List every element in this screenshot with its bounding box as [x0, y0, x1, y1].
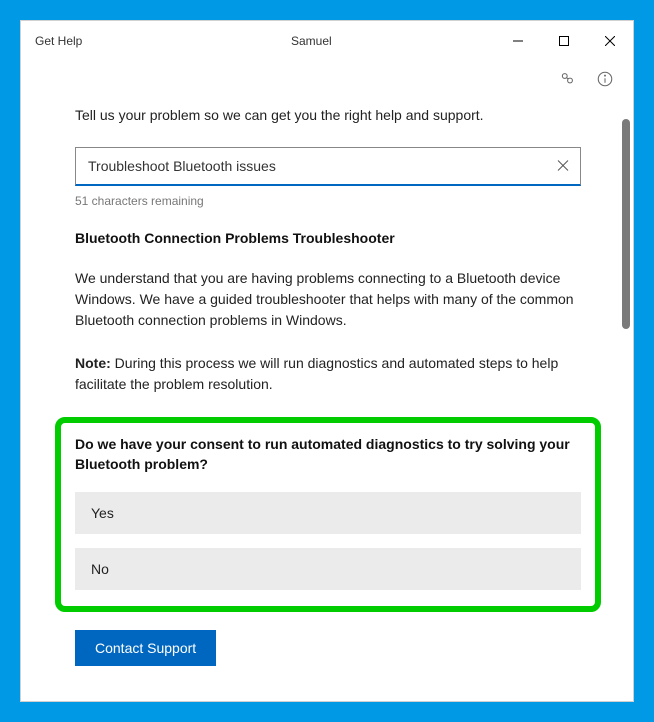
problem-input[interactable]	[75, 147, 581, 186]
feedback-button[interactable]	[557, 69, 577, 89]
maximize-icon	[559, 36, 569, 46]
intro-text: Tell us your problem so we can get you t…	[75, 107, 581, 123]
consent-no-button[interactable]: No	[75, 548, 581, 590]
user-name: Samuel	[291, 34, 332, 48]
consent-highlight-box: Do we have your consent to run automated…	[55, 417, 601, 612]
title-bar: Get Help Samuel	[21, 21, 633, 61]
contact-support-button[interactable]: Contact Support	[75, 630, 216, 666]
consent-yes-button[interactable]: Yes	[75, 492, 581, 534]
consent-question: Do we have your consent to run automated…	[75, 435, 581, 474]
get-help-window: Get Help Samuel	[20, 20, 634, 702]
feedback-icon	[558, 70, 576, 88]
char-remaining: 51 characters remaining	[75, 194, 581, 208]
note-body: During this process we will run diagnost…	[75, 355, 558, 392]
minimize-icon	[513, 36, 523, 46]
close-icon	[605, 36, 615, 46]
x-icon	[557, 159, 569, 171]
close-button[interactable]	[587, 25, 633, 57]
header-actions	[21, 61, 633, 89]
minimize-button[interactable]	[495, 25, 541, 57]
window-controls	[495, 25, 633, 57]
info-icon	[596, 70, 614, 88]
app-title: Get Help	[35, 34, 82, 48]
maximize-button[interactable]	[541, 25, 587, 57]
note-label: Note:	[75, 355, 111, 371]
info-button[interactable]	[595, 69, 615, 89]
scrollbar-thumb[interactable]	[622, 119, 630, 329]
troubleshooter-title: Bluetooth Connection Problems Troublesho…	[75, 230, 581, 246]
search-box	[75, 147, 581, 186]
content-area: Tell us your problem so we can get you t…	[21, 89, 633, 680]
troubleshooter-body: We understand that you are having proble…	[75, 268, 581, 331]
troubleshooter-note: Note: During this process we will run di…	[75, 353, 581, 395]
content-wrapper: Tell us your problem so we can get you t…	[21, 89, 633, 701]
clear-input-button[interactable]	[553, 155, 573, 178]
